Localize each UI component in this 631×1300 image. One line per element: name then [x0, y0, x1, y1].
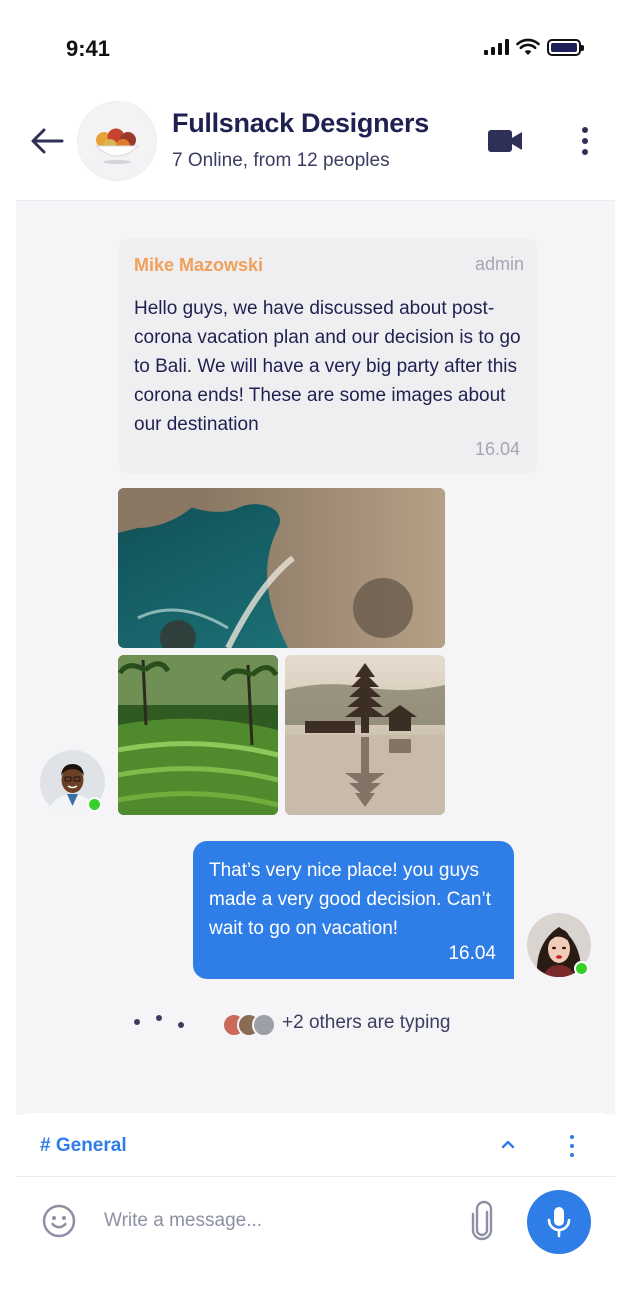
photo-rice-terraces[interactable]: [118, 655, 278, 815]
channel-more-button[interactable]: [567, 1135, 577, 1157]
message-input[interactable]: [104, 1204, 444, 1238]
message-text: Hello guys, we have discussed about post…: [134, 298, 521, 435]
chevron-up-icon: [501, 1140, 515, 1149]
channel-bar: # General: [16, 1113, 615, 1177]
arrow-left-icon: [31, 128, 64, 154]
channel-name[interactable]: # General: [40, 1135, 127, 1157]
voice-record-button[interactable]: [527, 1190, 591, 1254]
outgoing-message: That’s very nice place! you guys made a …: [193, 841, 514, 979]
signal-icon: [484, 39, 509, 55]
message-text: That’s very nice place! you guys made a …: [209, 860, 491, 939]
more-vertical-icon: [582, 127, 588, 133]
online-indicator: [87, 797, 102, 812]
message-sender[interactable]: Mike Mazowski: [134, 255, 263, 276]
chat-subtitle: 7 Online, from 12 peoples: [172, 150, 390, 171]
smiley-icon: [42, 1204, 76, 1238]
status-time: 9:41: [66, 36, 111, 61]
paperclip-icon: [471, 1200, 493, 1241]
incoming-message: Mike Mazowski admin Hello guys, we have …: [118, 238, 538, 474]
back-button[interactable]: [28, 122, 66, 160]
photo-water-temple[interactable]: [285, 655, 445, 815]
message-time: 16.04: [448, 943, 496, 964]
emoji-button[interactable]: [42, 1204, 76, 1238]
attach-button[interactable]: [468, 1200, 496, 1242]
group-avatar[interactable]: [78, 102, 156, 180]
wifi-icon: [516, 38, 540, 55]
video-call-button[interactable]: [486, 126, 524, 156]
message-time: 16.04: [474, 439, 520, 459]
typing-avatar: [252, 1013, 276, 1037]
more-vertical-icon: [570, 1135, 574, 1139]
photo-bali-coast[interactable]: [118, 488, 445, 648]
battery-icon: [547, 38, 584, 56]
video-camera-icon: [488, 130, 522, 152]
chat-title: Fullsnack Designers: [172, 108, 429, 138]
typing-status: +2 others are typing: [282, 1012, 451, 1033]
sender-role-badge: admin: [474, 254, 524, 274]
online-indicator: [574, 961, 589, 976]
typing-avatars: [222, 1013, 276, 1037]
microphone-icon: [547, 1207, 571, 1238]
typing-dots: [134, 1015, 184, 1028]
status-icons: [484, 38, 584, 56]
more-options-button[interactable]: [572, 124, 598, 158]
fruit-bowl-image: [78, 102, 156, 180]
chevron-up-button[interactable]: [498, 1135, 518, 1155]
